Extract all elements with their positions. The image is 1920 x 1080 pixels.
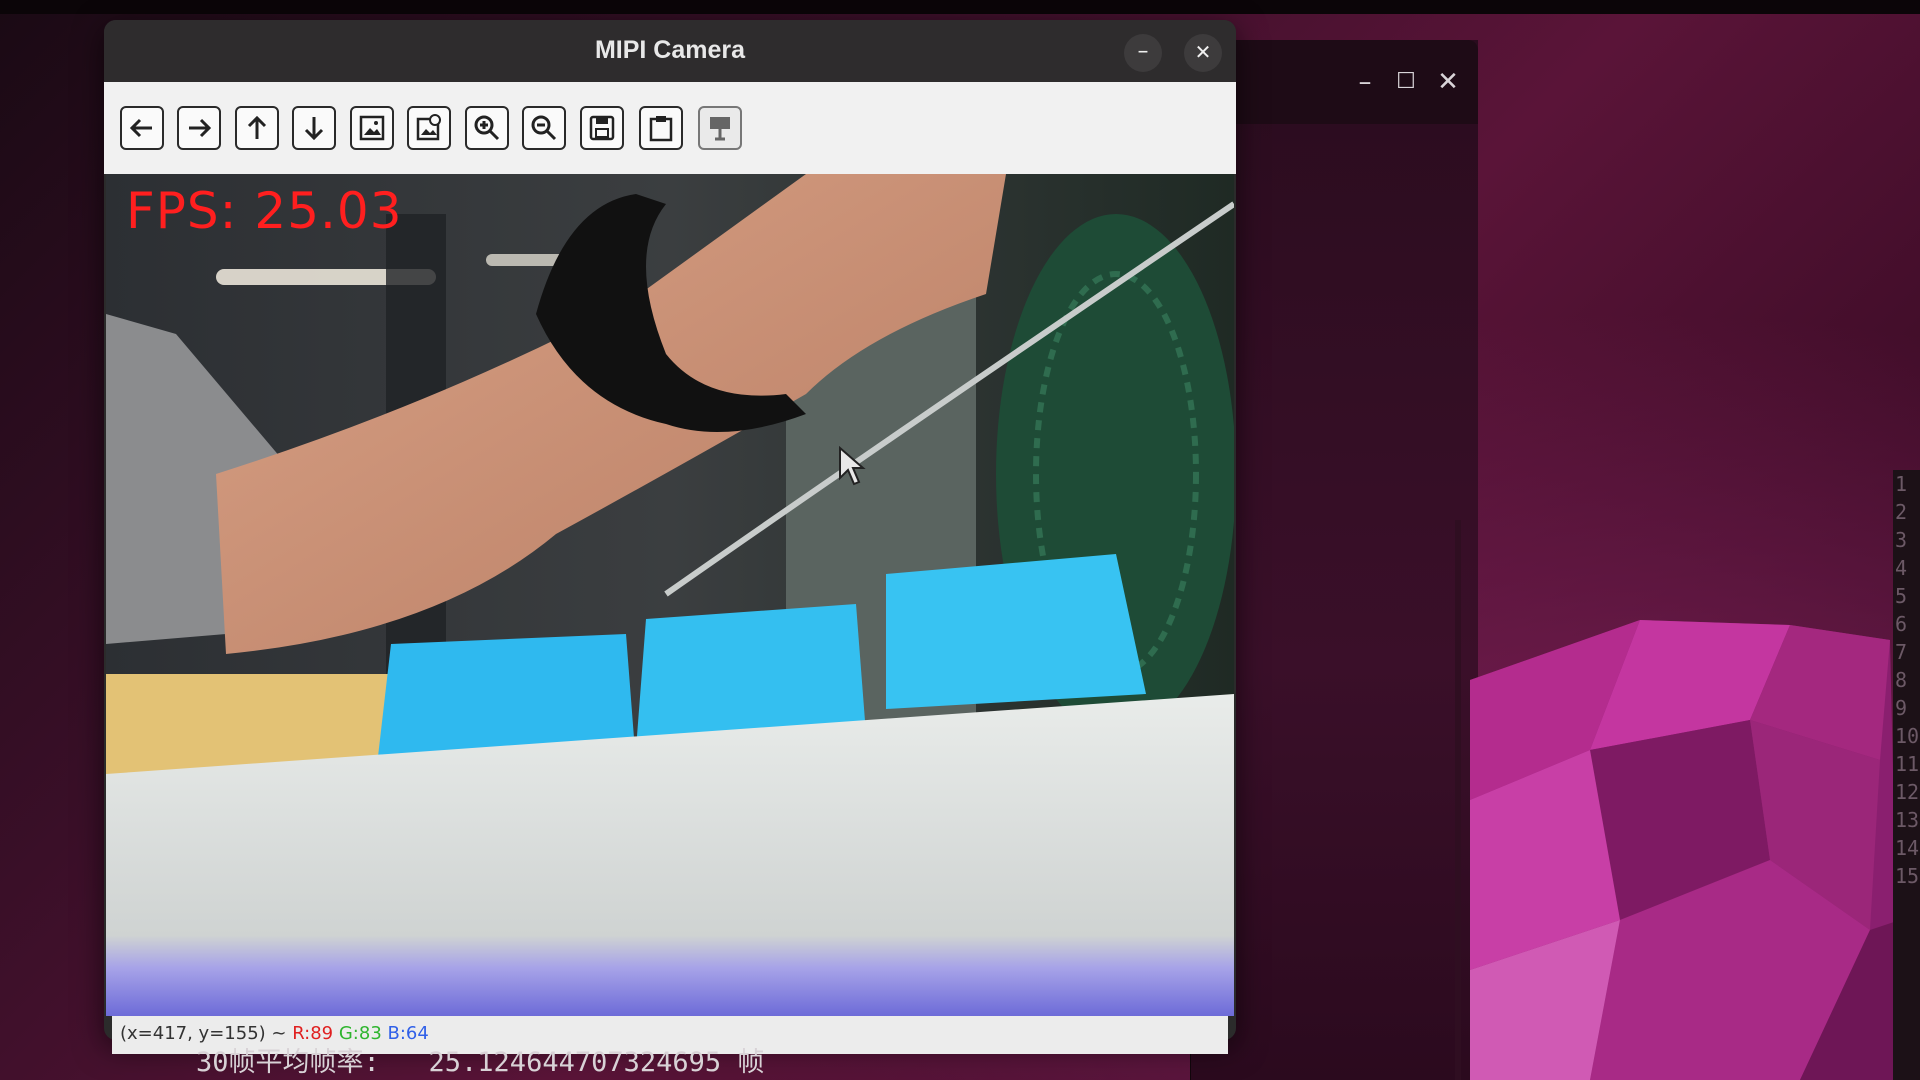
line-number: 7 [1895,640,1908,664]
camera-window[interactable]: MIPI Camera – ✕ FPS: 25.03 (x=417, y=155… [104,20,1236,1054]
terminal-scrollbar[interactable] [1455,520,1461,1080]
line-number: 4 [1895,556,1908,580]
line-number: 2 [1895,500,1908,524]
zoom-out-icon[interactable] [522,106,566,150]
window-title: MIPI Camera [594,36,746,64]
line-numbers: 1 2 3 4 5 6 7 8 9 10 11 12 13 14 15 [1895,470,1920,890]
line-number: 6 [1895,612,1908,636]
terminal-output-line: 30帧平均帧率: 25.124644707324695 帧 [196,1047,765,1078]
pan-up-icon[interactable] [235,106,279,150]
line-number: 13 [1895,808,1920,832]
save-image-icon[interactable] [580,106,624,150]
mouse-cursor-icon [839,446,866,486]
line-number: 12 [1895,780,1920,804]
line-number: 3 [1895,528,1908,552]
wallpaper-rock-shape [1470,620,1900,1080]
camera-feed-image[interactable]: FPS: 25.03 [106,174,1234,1016]
desktop-top-bar [0,0,1920,14]
pan-down-icon[interactable] [292,106,336,150]
copy-to-clipboard-icon[interactable] [639,106,683,150]
pan-right-icon[interactable] [177,106,221,150]
pan-left-icon[interactable] [120,106,164,150]
line-number: 15 [1895,864,1920,888]
close-button[interactable]: ✕ [1184,34,1222,72]
line-number: 1 [1895,472,1908,496]
line-number: 14 [1895,836,1920,860]
camera-titlebar[interactable]: MIPI Camera – ✕ [104,20,1236,82]
zoom-original-icon[interactable] [407,106,451,150]
line-number: 10 [1895,724,1920,748]
camera-frame [106,174,1234,1016]
terminal-close-button[interactable]: ✕ [1428,62,1468,102]
terminal-minimize-button[interactable]: – [1345,62,1385,102]
zoom-fit-image-icon[interactable] [350,106,394,150]
terminal-maximize-button[interactable]: ☐ [1386,62,1426,102]
line-number: 9 [1895,696,1908,720]
minimize-button[interactable]: – [1124,34,1162,72]
line-number: 8 [1895,668,1908,692]
properties-icon[interactable] [698,106,742,150]
fps-overlay: FPS: 25.03 [126,182,403,240]
zoom-in-icon[interactable] [465,106,509,150]
line-number: 11 [1895,752,1920,776]
line-number: 5 [1895,584,1908,608]
image-toolbar [104,82,1236,174]
